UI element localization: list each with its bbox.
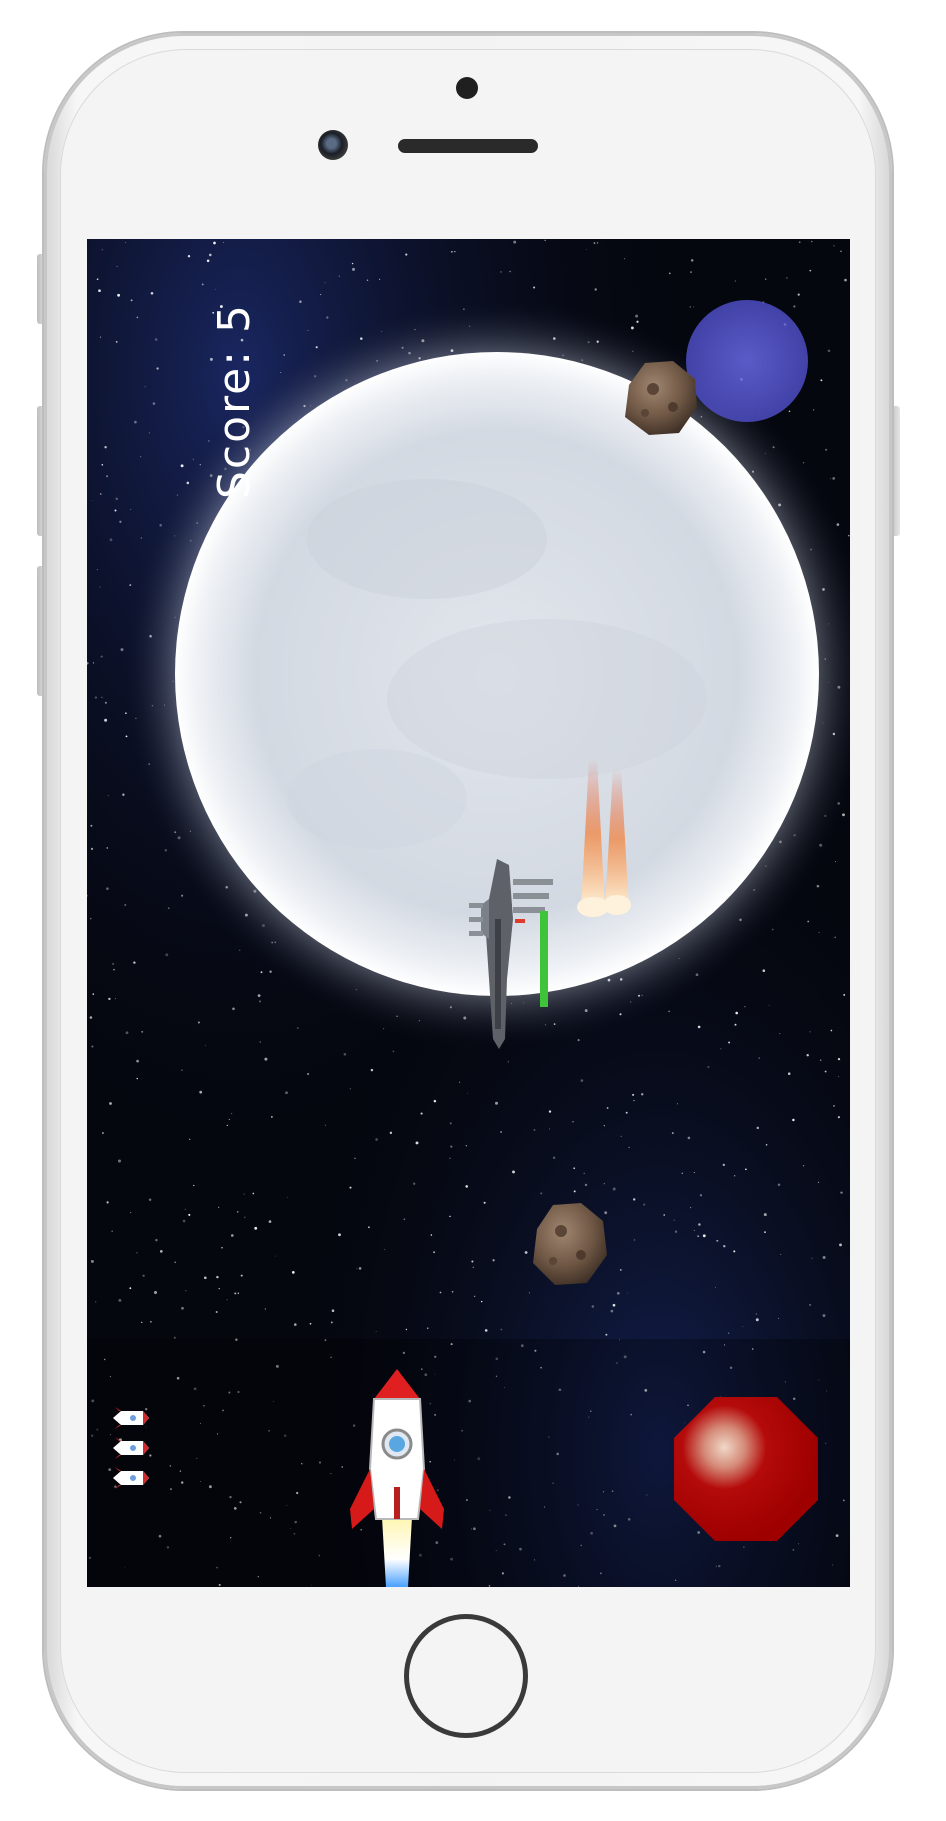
life-rocket-icon — [113, 1437, 149, 1459]
player-rocket-icon[interactable] — [342, 1369, 452, 1587]
earpiece-speaker — [398, 139, 538, 153]
front-camera — [318, 130, 348, 160]
blue-orb-icon — [686, 300, 808, 422]
asteroid-icon — [533, 1203, 607, 1285]
game-screen[interactable]: Score: 5 — [87, 239, 850, 1587]
life-rocket-icon — [113, 1467, 149, 1489]
lives-indicator — [111, 1407, 151, 1491]
fire-button[interactable] — [672, 1395, 820, 1543]
asteroid-icon — [625, 361, 697, 435]
enemy-health-bar — [540, 911, 548, 1007]
life-rocket-icon — [113, 1407, 149, 1429]
score-display: Score: 5 — [209, 303, 260, 499]
missile-trail — [577, 759, 631, 917]
device-mockup: Score: 5 — [0, 0, 946, 1821]
score-label: Score: — [209, 348, 260, 499]
score-value: 5 — [209, 302, 260, 333]
proximity-sensor — [456, 77, 478, 99]
home-button[interactable] — [404, 1614, 528, 1738]
